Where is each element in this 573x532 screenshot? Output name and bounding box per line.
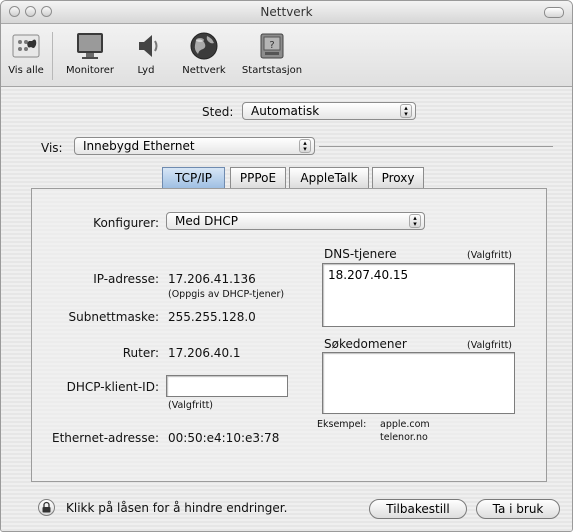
location-label: Sted: [202,105,234,119]
example-label: Eksempel: [317,419,367,430]
toolbar-label-startup-disk: Startstasjon [241,65,303,76]
toolbar-item-displays[interactable]: Monitorer [61,30,119,76]
toolbar-label-show-all: Vis alle [8,65,44,76]
dns-servers-value: 18.207.40.15 [328,268,409,282]
toolbar-item-startup-disk[interactable]: ? Startstasjon [236,30,308,76]
dhcp-client-id-note: (Valgfritt) [168,400,214,411]
tab-proxy-label: Proxy [381,171,415,185]
dns-servers-label: DNS-tjenere [324,247,397,261]
show-popup-value: Innebygd Ethernet [83,139,195,153]
search-domains-optional: (Valgfritt) [467,340,513,351]
show-popup[interactable]: Innebygd Ethernet ▴ ▾ [74,137,315,155]
lock-button[interactable] [38,499,55,516]
ip-address-value: 17.206.41.136 [168,272,256,286]
separator-line [319,146,553,147]
show-label: Vis: [41,141,63,155]
router-label: Ruter: [122,346,159,360]
toolbar-item-show-all[interactable]: Vis alle [5,30,47,76]
toolbar-divider [52,32,53,80]
tab-proxy[interactable]: Proxy [372,167,424,188]
revert-button[interactable]: Tilbakestill [369,499,467,519]
search-domains-field[interactable] [322,352,515,414]
popup-arrows-icon: ▴ ▾ [409,214,421,228]
monitor-icon [74,30,106,62]
tab-pppoe-label: PPPoE [239,171,277,185]
search-domains-label: Søkedomener [324,337,407,351]
subnet-mask-value: 255.255.128.0 [168,310,256,324]
toolbar-toggle-button[interactable] [544,7,564,18]
ip-address-note: (Oppgis av DHCP-tjener) [168,289,285,300]
apply-button[interactable]: Ta i bruk [476,499,560,519]
speaker-icon [131,30,163,62]
title-bar: Nettverk [1,1,572,24]
popup-arrows-icon: ▴ ▾ [400,104,412,118]
subnet-mask-label: Subnettmaske: [68,310,159,324]
tab-tcpip-label: TCP/IP [174,171,213,185]
svg-text:?: ? [269,40,274,51]
popup-arrows-icon: ▴ ▾ [299,139,311,153]
tab-tcpip[interactable]: TCP/IP [162,167,225,188]
ethernet-address-label: Ethernet-adresse: [52,431,159,445]
toolbar-item-sound[interactable]: Lyd [131,30,161,76]
toolbar-label-network: Nettverk [182,65,226,76]
configure-label: Konfigurer: [93,216,159,230]
example-line-1: apple.com [380,419,430,430]
lock-message: Klikk på låsen for å hindre endringer. [66,501,288,515]
toolbar-label-sound: Lyd [137,65,155,76]
toolbar-item-network[interactable]: Nettverk [179,30,229,76]
dhcp-client-id-label: DHCP-klient-ID: [66,380,159,394]
apple-grid-icon [10,30,42,62]
configure-popup[interactable]: Med DHCP ▴ ▾ [166,212,425,230]
window-title: Nettverk [260,5,313,19]
dns-servers-optional: (Valgfritt) [467,250,513,261]
apply-button-label: Ta i bruk [492,502,544,516]
ethernet-address-value: 00:50:e4:10:e3:78 [168,431,280,445]
tab-pppoe[interactable]: PPPoE [230,167,286,188]
disk-icon: ? [256,30,288,62]
dhcp-client-id-field[interactable] [166,375,288,397]
example-line-2: telenor.no [380,432,428,443]
toolbar-label-displays: Monitorer [65,65,115,76]
revert-button-label: Tilbakestill [386,502,450,516]
tab-appletalk-label: AppleTalk [300,171,358,185]
globe-icon [188,30,220,62]
router-value: 17.206.40.1 [168,346,241,360]
network-preferences-window: Nettverk Vis alle Monitorer Lyd Nettverk… [0,0,573,532]
location-popup[interactable]: Automatisk ▴ ▾ [242,102,416,120]
preferences-toolbar: Vis alle Monitorer Lyd Nettverk ? Starts… [1,24,572,87]
configure-popup-value: Med DHCP [175,214,239,228]
tab-appletalk[interactable]: AppleTalk [289,167,369,188]
dns-servers-field[interactable]: 18.207.40.15 [322,263,515,327]
ip-address-label: IP-adresse: [93,272,159,286]
location-popup-value: Automatisk [251,104,320,118]
lock-icon [42,501,51,513]
